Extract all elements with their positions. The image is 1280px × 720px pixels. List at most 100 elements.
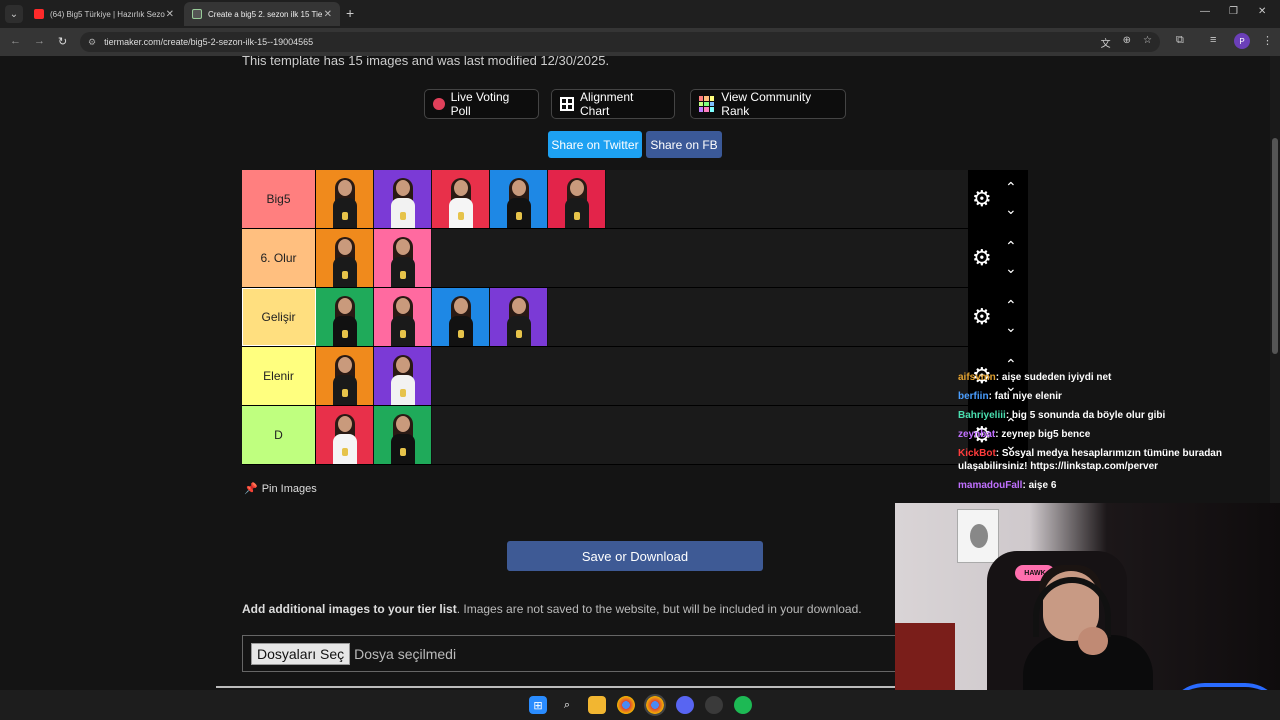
contestant-image[interactable] — [316, 229, 374, 287]
pin-images-toggle[interactable]: 📌 Pin Images — [244, 482, 317, 496]
minimize-icon[interactable]: — — [1200, 6, 1210, 17]
reload-icon[interactable]: ↻ — [58, 35, 67, 48]
taskbar: ⊞ ⌕ — [0, 690, 1280, 720]
tier-controls: ⚙ ⌃ ⌄ — [968, 170, 1028, 228]
tier-label[interactable]: Elenir — [242, 347, 316, 405]
divider — [216, 686, 906, 688]
chevron-down-icon[interactable]: ⌄ — [1005, 261, 1017, 275]
chrome-icon[interactable] — [617, 696, 635, 714]
chevron-up-icon[interactable]: ⌃ — [1005, 239, 1017, 253]
chat-message: KickBot: Sosyal medya hesaplarımızın tüm… — [958, 447, 1258, 473]
template-info: This template has 15 images and was last… — [242, 56, 610, 68]
chat-message: zeynbat: zeynep big5 bence — [958, 428, 1258, 441]
live-voting-button[interactable]: Live Voting Poll — [424, 89, 539, 119]
tiermaker-icon — [192, 9, 202, 19]
tier-items — [316, 288, 548, 346]
record-icon — [433, 98, 445, 110]
chat-text: : aişe 6 — [1022, 480, 1057, 491]
contestant-image[interactable] — [374, 347, 432, 405]
chevron-up-icon[interactable]: ⌃ — [1005, 357, 1017, 371]
tier-items — [316, 170, 606, 228]
file-explorer-icon[interactable] — [588, 696, 606, 714]
gear-icon[interactable]: ⚙ — [972, 306, 992, 328]
stream-chat: aifsvmn: aişe sudeden iyiydi net berfiin:… — [958, 371, 1258, 498]
contestant-image[interactable] — [316, 406, 374, 464]
share-twitter-button[interactable]: Share on Twitter — [548, 131, 642, 158]
tier-label[interactable]: 6. Olur — [242, 229, 316, 287]
bookmark-star-icon[interactable]: ☆ — [1143, 35, 1152, 50]
address-bar[interactable]: ⚙ tiermaker.com/create/big5-2-sezon-ilk-… — [80, 32, 1160, 52]
tier-label[interactable]: D — [242, 406, 316, 464]
chat-text: : zeynep big5 bence — [995, 429, 1091, 440]
restore-icon[interactable]: ❐ — [1229, 6, 1238, 17]
close-window-icon[interactable]: ✕ — [1258, 6, 1266, 17]
gear-icon[interactable]: ⚙ — [972, 247, 992, 269]
tab-title: (64) Big5 Türkiye | Hazırlık Sezo — [50, 9, 165, 19]
tier-row: D ⚙ ⌃ ⌄ — [242, 406, 1028, 465]
browser-toolbar: ← → ↻ ⚙ tiermaker.com/create/big5-2-sezo… — [0, 28, 1280, 56]
chat-message: Bahriyeliii: big 5 sonunda da böyle olur… — [958, 409, 1258, 422]
chrome-active-icon[interactable] — [644, 694, 666, 716]
save-download-button[interactable]: Save or Download — [507, 541, 763, 571]
tab-youtube[interactable]: (64) Big5 Türkiye | Hazırlık Sezo ✕ — [26, 2, 182, 26]
menu-icon[interactable]: ⋮ — [1262, 34, 1273, 47]
contestant-image[interactable] — [374, 406, 432, 464]
extensions-icon[interactable]: ⧉ — [1176, 34, 1184, 47]
pin-images-label: Pin Images — [261, 482, 317, 495]
chevron-down-icon[interactable]: ⌄ — [1005, 320, 1017, 334]
file-upload-field: Dosyaları Seç Dosya seçilmedi — [242, 635, 902, 672]
translate-icon[interactable]: 文 — [1101, 35, 1111, 50]
back-icon[interactable]: ← — [10, 35, 21, 47]
tier-items — [316, 347, 432, 405]
app-icon[interactable] — [705, 696, 723, 714]
youtube-icon — [34, 9, 44, 19]
windows-start-icon[interactable]: ⊞ — [529, 696, 547, 714]
tier-row: 6. Olur ⚙ ⌃ ⌄ — [242, 229, 1028, 288]
chat-username: Bahriyeliii — [958, 410, 1006, 421]
close-tab-icon[interactable]: ✕ — [166, 9, 174, 20]
alignment-chart-label: Alignment Chart — [580, 90, 634, 118]
chat-username: berfiin — [958, 391, 989, 402]
close-tab-icon[interactable]: ✕ — [324, 9, 332, 20]
chat-message: aifsvmn: aişe sudeden iyiydi net — [958, 371, 1258, 384]
choose-files-button[interactable]: Dosyaları Seç — [251, 642, 351, 665]
scrollbar-thumb[interactable] — [1272, 138, 1278, 354]
alignment-chart-button[interactable]: Alignment Chart — [551, 89, 675, 119]
add-images-heading: Add additional images to your tier list — [242, 602, 457, 616]
tab-search-icon[interactable]: ⌄ — [5, 5, 23, 23]
chat-message: berfiin: fati niye elenir — [958, 390, 1258, 403]
chat-message: mamadouFall: aişe 6 — [958, 479, 1258, 492]
contestant-image[interactable] — [316, 288, 374, 346]
contestant-image[interactable] — [432, 288, 490, 346]
search-icon[interactable]: ⌕ — [558, 696, 576, 714]
chevron-down-icon[interactable]: ⌄ — [1005, 202, 1017, 216]
live-voting-label: Live Voting Poll — [450, 90, 510, 118]
tier-items — [316, 229, 432, 287]
chevron-up-icon[interactable]: ⌃ — [1005, 180, 1017, 194]
spotify-icon[interactable] — [734, 696, 752, 714]
media-icon[interactable]: ≡ — [1210, 34, 1216, 46]
contestant-image[interactable] — [316, 347, 374, 405]
contestant-image[interactable] — [548, 170, 606, 228]
contestant-image[interactable] — [316, 170, 374, 228]
chevron-up-icon[interactable]: ⌃ — [1005, 298, 1017, 312]
zoom-icon[interactable]: ⊕ — [1123, 35, 1131, 50]
tier-row: Gelişir ⚙ ⌃ ⌄ — [242, 288, 1028, 347]
discord-icon[interactable] — [676, 696, 694, 714]
new-tab-icon[interactable]: + — [346, 5, 354, 21]
contestant-image[interactable] — [374, 170, 432, 228]
contestant-image[interactable] — [490, 170, 548, 228]
community-rank-button[interactable]: View Community Rank — [690, 89, 846, 119]
forward-icon[interactable]: → — [34, 35, 45, 47]
tier-label[interactable]: Gelişir — [242, 288, 316, 346]
contestant-image[interactable] — [432, 170, 490, 228]
tier-label[interactable]: Big5 — [242, 170, 316, 228]
gear-icon[interactable]: ⚙ — [972, 188, 992, 210]
contestant-image[interactable] — [374, 288, 432, 346]
site-info-icon[interactable]: ⚙ — [88, 37, 96, 48]
share-fb-button[interactable]: Share on FB — [646, 131, 722, 158]
profile-avatar[interactable]: P — [1234, 33, 1250, 49]
tab-tiermaker[interactable]: Create a big5 2. sezon ilk 15 Tie ✕ — [184, 2, 340, 26]
contestant-image[interactable] — [374, 229, 432, 287]
contestant-image[interactable] — [490, 288, 548, 346]
